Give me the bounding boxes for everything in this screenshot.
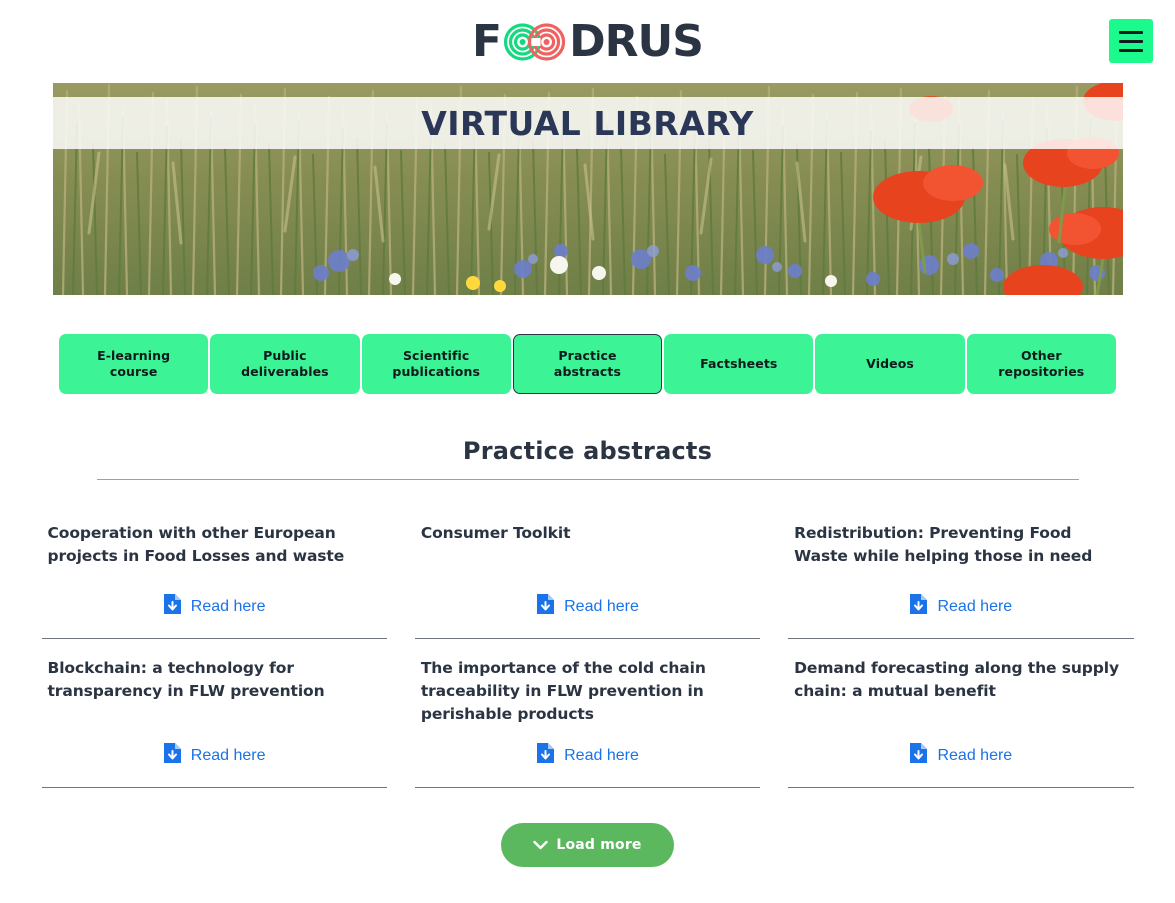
abstract-link-row: Read here [421,726,754,769]
site-logo[interactable]: F DRUS [472,16,704,67]
abstract-title: Blockchain: a technology for transparenc… [47,659,325,700]
tab-e-learning-course[interactable]: E-learning course [59,334,209,394]
abstract-link-row: Read here [421,577,754,620]
tab-label: Factsheets [700,356,778,371]
read-here-link[interactable]: Read here [536,593,639,620]
tab-label: Practice abstracts [553,348,622,379]
read-here-label: Read here [937,746,1013,764]
abstract-title: Redistribution: Preventing Food Waste wh… [794,524,1093,565]
abstract-link-row: Read here [794,726,1127,769]
hamburger-bar-1 [1119,30,1143,34]
file-download-icon [163,742,182,769]
abstract-title: Cooperation with other European projects… [47,524,345,565]
tab-label: Public deliverables [241,348,329,379]
abstract-link-row: Read here [794,577,1127,620]
tab-factsheets[interactable]: Factsheets [664,334,814,394]
read-here-label: Read here [937,597,1013,615]
practice-abstracts-grid: Cooperation with other European projects… [41,504,1134,788]
read-here-link[interactable]: Read here [536,742,639,769]
abstract-card: Redistribution: Preventing Food Waste wh… [788,504,1134,639]
file-download-icon [536,593,555,620]
abstract-link-row: Read here [48,726,381,769]
abstract-title: Consumer Toolkit [420,524,571,542]
hamburger-menu-icon[interactable] [1109,19,1153,63]
file-download-icon [909,593,928,620]
read-here-link[interactable]: Read here [909,742,1012,769]
logo-text-start: F [472,16,502,67]
section-header: Practice abstracts [96,437,1079,480]
hero-title-band: VIRTUAL LIBRARY [52,97,1123,149]
file-download-icon [909,742,928,769]
read-here-link[interactable]: Read here [909,593,1012,620]
abstract-title: Demand forecasting along the supply chai… [794,659,1120,700]
abstract-card: The importance of the cold chain traceab… [414,639,761,788]
page-title: VIRTUAL LIBRARY [421,103,754,143]
load-more-row: Load more [0,823,1175,867]
hero-banner: VIRTUAL LIBRARY [52,83,1123,295]
abstract-card: Demand forecasting along the supply chai… [788,639,1134,788]
section-title: Practice abstracts [462,437,713,465]
library-category-tabs: E-learning course Public deliverables Sc… [59,334,1116,394]
page-root: F DRUS VIRTUAL LIBRARY E-learning course… [0,0,1175,903]
abstract-card: Blockchain: a technology for transparenc… [41,639,387,788]
abstract-card: Cooperation with other European projects… [41,504,387,639]
read-here-label: Read here [564,746,639,764]
read-here-label: Read here [564,597,639,615]
tab-public-deliverables[interactable]: Public deliverables [210,334,360,394]
logo-text-end: DRUS [569,16,704,67]
load-more-button[interactable]: Load more [501,823,674,867]
logo-spiral-marks-icon [502,22,568,62]
abstract-link-row: Read here [48,577,381,620]
file-download-icon [536,742,555,769]
tab-other-repositories[interactable]: Other repositories [966,334,1116,394]
read-here-label: Read here [190,597,266,615]
tab-scientific-publications[interactable]: Scientific publications [361,334,511,394]
abstract-title: The importance of the cold chain traceab… [420,659,706,723]
tab-practice-abstracts[interactable]: Practice abstracts [512,334,663,394]
tab-videos[interactable]: Videos [815,334,965,394]
read-here-label: Read here [190,746,266,764]
site-header: F DRUS [0,0,1175,83]
read-here-link[interactable]: Read here [163,593,266,620]
read-here-link[interactable]: Read here [163,742,266,769]
file-download-icon [163,593,182,620]
tab-label: E-learning course [97,348,171,379]
tab-label: Videos [866,356,914,371]
tab-label: Scientific publications [392,348,480,379]
hamburger-bar-2 [1119,39,1143,43]
hamburger-bar-3 [1119,48,1143,52]
tab-label: Other repositories [998,348,1085,379]
section-divider [96,479,1079,480]
chevron-down-icon [533,838,549,853]
abstract-card: Consumer Toolkit Read here [414,504,761,639]
load-more-label: Load more [556,837,642,853]
